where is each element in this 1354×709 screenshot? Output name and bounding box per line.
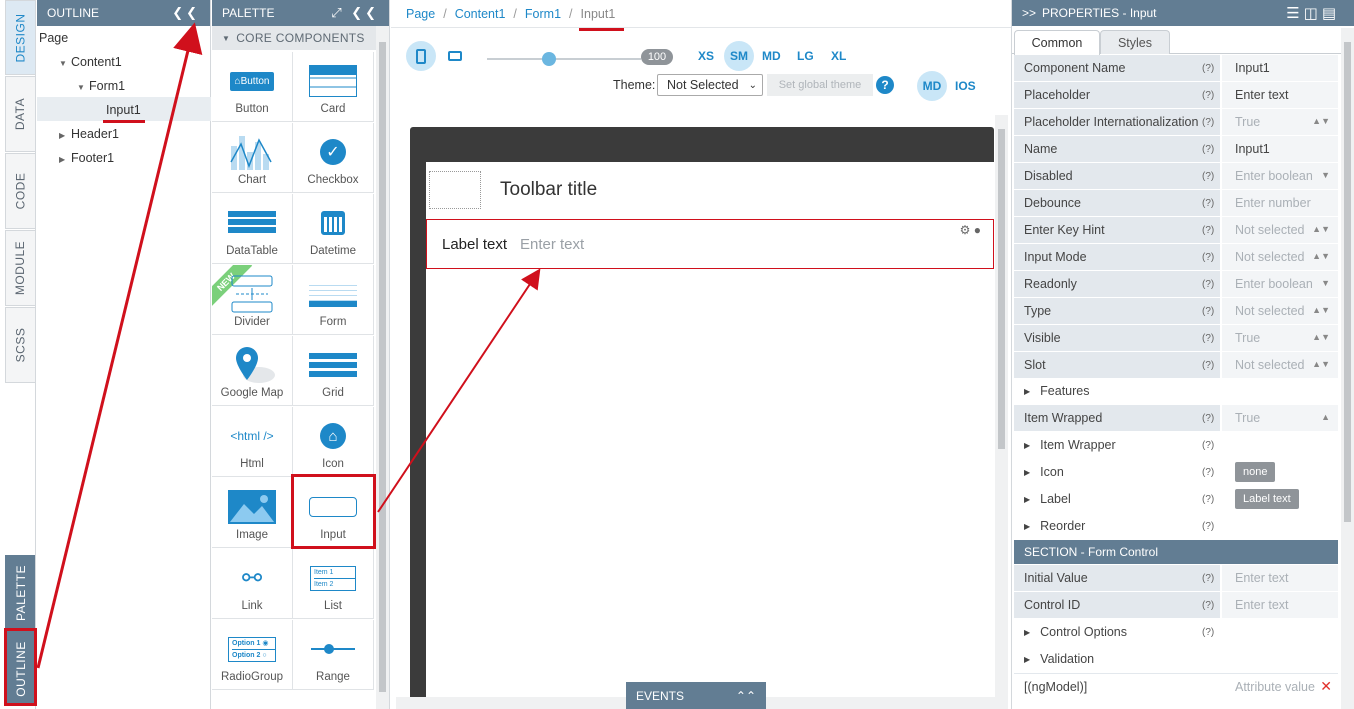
- annotation-arrows: [36, 22, 541, 669]
- arrow-to-outline-header: [36, 22, 203, 669]
- arrow-to-canvas-input: [377, 268, 541, 513]
